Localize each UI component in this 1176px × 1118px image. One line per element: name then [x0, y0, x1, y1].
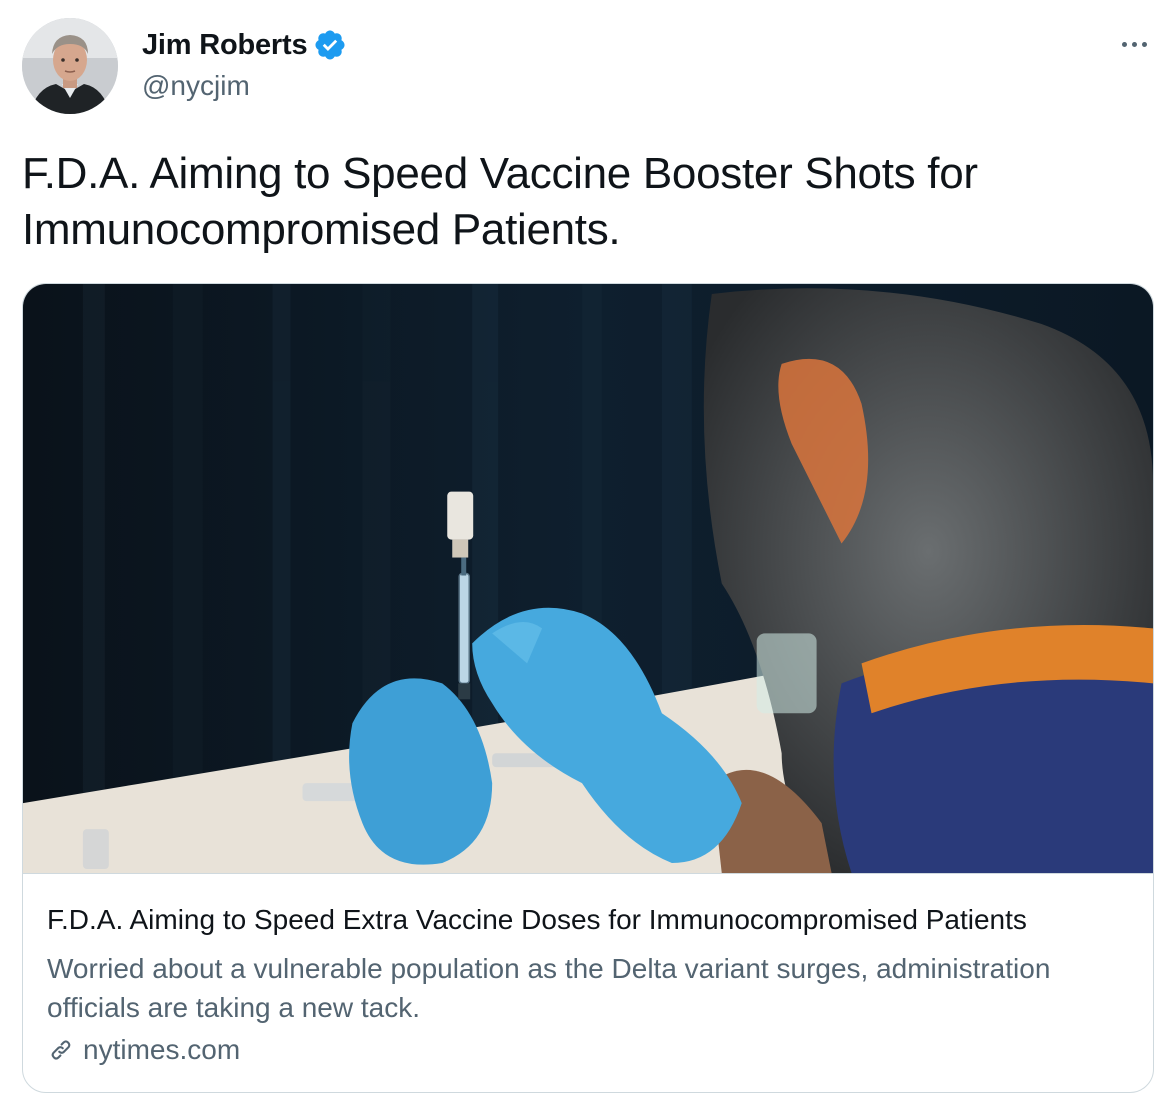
card-title[interactable]: F.D.A. Aiming to Speed Extra Vaccine Dos…: [47, 904, 1137, 936]
vaccine-photo-icon[interactable]: [23, 284, 1153, 874]
author-display-name[interactable]: Jim Roberts: [142, 29, 308, 62]
author-name[interactable]: Jim Roberts: [142, 28, 347, 62]
verified-badge-icon: [313, 28, 347, 62]
card-domain-link[interactable]: nytimes.com: [47, 1034, 240, 1066]
avatar[interactable]: [22, 18, 118, 114]
tweet-text: F.D.A. Aiming to Speed Vaccine Booster S…: [22, 149, 978, 254]
author-handle[interactable]: @nycjim: [142, 70, 250, 102]
card-domain[interactable]: nytimes.com: [83, 1034, 240, 1066]
card-description: Worried about a vulnerable population as…: [47, 953, 1051, 1023]
link-card[interactable]: F.D.A. Aiming to Speed Extra Vaccine Dos…: [22, 283, 1154, 1093]
link-icon: [47, 1036, 75, 1064]
more-options-icon[interactable]: [1112, 30, 1156, 58]
